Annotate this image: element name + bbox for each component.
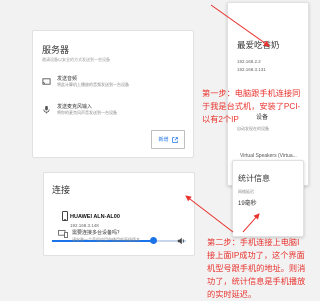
- step1-line-1: 第一步：电脑跟手机连接同: [202, 89, 301, 98]
- step1-line-2: 于我是台式机，安装了PCI-: [202, 102, 301, 111]
- step2-line-3: 机型号跟手机的地址。则消: [207, 264, 306, 273]
- step2-line-4: 功了，统计信息是手机播放: [207, 277, 306, 286]
- step1-annotation: 第一步：电脑跟手机连接同 于我是台式机，安装了PCI- 以有2个IP: [202, 87, 300, 126]
- step2-annotation: 第二步：手机连接上电脑I 接上面IP成功了，这个界面 机型号跟手机的地址。则消 …: [207, 236, 305, 301]
- step2-line-1: 第二步：手机连接上电脑I: [207, 238, 300, 247]
- step2-line-2: 接上面IP成功了，这个界面: [207, 251, 305, 260]
- step1-line-3: 以有2个IP: [202, 115, 239, 124]
- step2-line-5: 的实时延迟。: [207, 290, 257, 299]
